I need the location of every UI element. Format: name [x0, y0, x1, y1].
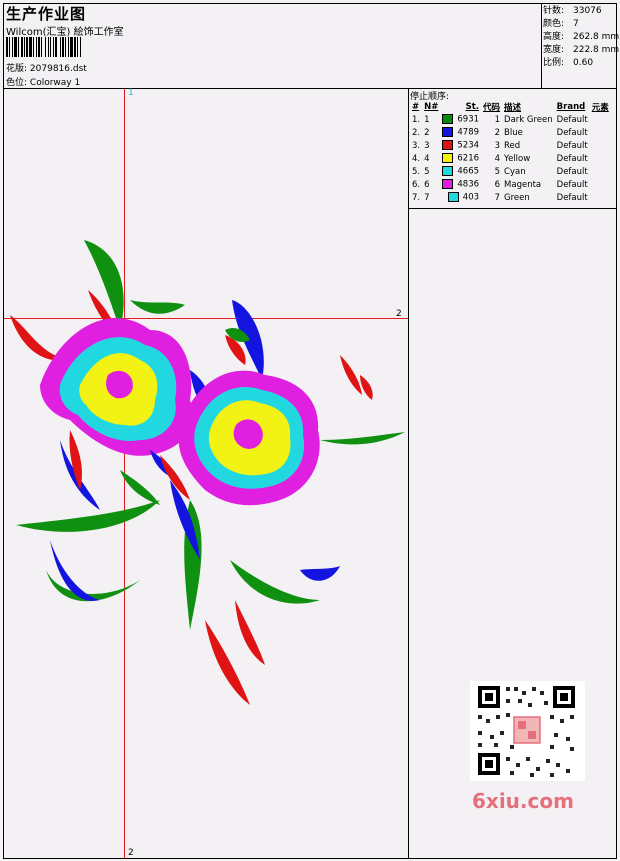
flower-left: [40, 318, 193, 456]
petal-details: [60, 440, 200, 560]
qr-code: [470, 681, 585, 781]
qr-code-graphic: [478, 686, 575, 777]
watermark-logo: 6xiu.com: [472, 789, 574, 813]
